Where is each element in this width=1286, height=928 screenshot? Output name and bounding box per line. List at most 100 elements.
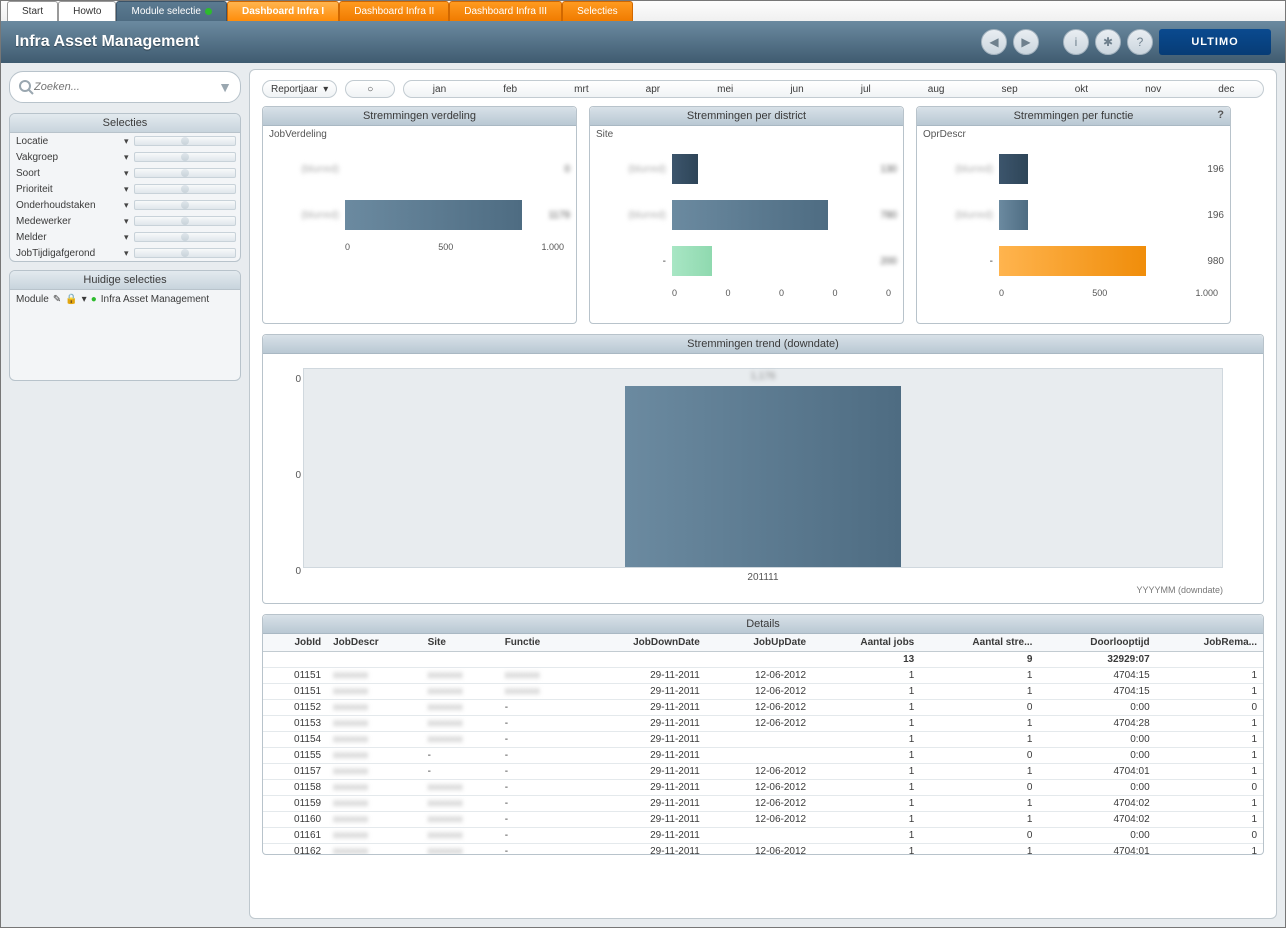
nav-forward-button[interactable]: ▶ bbox=[1013, 29, 1039, 55]
chart-functie: (blurred)196(blurred)196-98005001.000 bbox=[923, 146, 1224, 298]
selectie-row[interactable]: Prioriteit▾ bbox=[10, 181, 240, 197]
tab-dashboard-infra-2[interactable]: Dashboard Infra II bbox=[339, 1, 449, 21]
huidige-selecties-panel: Huidige selecties Module ✎ 🔒 ▾ ● Infra A… bbox=[9, 270, 241, 381]
month-mrt[interactable]: mrt bbox=[574, 84, 588, 95]
trend-yaxis: 000 bbox=[273, 374, 301, 577]
card-trend: Stremmingen trend (downdate) 000 1,176 2… bbox=[262, 334, 1264, 604]
search-input[interactable] bbox=[34, 81, 218, 93]
help-icon[interactable]: ? bbox=[1217, 109, 1224, 121]
info-button[interactable]: i bbox=[1063, 29, 1089, 55]
table-row[interactable]: 01157xxxxxxx--29-11-201112-06-2012114704… bbox=[263, 764, 1263, 780]
card-trend-title: Stremmingen trend (downdate) bbox=[263, 335, 1263, 354]
header: Infra Asset Management ◀ ▶ i ✱ ? ULTIMO bbox=[1, 21, 1285, 63]
selectie-row[interactable]: Onderhoudstaken▾ bbox=[10, 197, 240, 213]
lock-icon[interactable]: 🔒 bbox=[65, 294, 77, 305]
month-sep[interactable]: sep bbox=[1002, 84, 1018, 95]
month-apr[interactable]: apr bbox=[646, 84, 660, 95]
nav-back-button[interactable]: ◀ bbox=[981, 29, 1007, 55]
tab-selecties[interactable]: Selecties bbox=[562, 1, 633, 21]
tab-dashboard-infra-1[interactable]: Dashboard Infra I bbox=[227, 1, 339, 21]
module-label: Module bbox=[16, 294, 49, 305]
month-mei[interactable]: mei bbox=[717, 84, 733, 95]
col-header[interactable]: Site bbox=[422, 634, 499, 652]
card-district: Stremmingen per district Site (blurred)1… bbox=[589, 106, 904, 324]
selectie-row[interactable]: Melder▾ bbox=[10, 229, 240, 245]
table-row[interactable]: 01153xxxxxxxxxxxxxx-29-11-201112-06-2012… bbox=[263, 716, 1263, 732]
details-table: JobIdJobDescrSiteFunctieJobDownDateJobUp… bbox=[263, 634, 1263, 854]
module-value: Infra Asset Management bbox=[101, 294, 209, 305]
dim-label: OprDescr bbox=[923, 129, 966, 140]
col-header[interactable]: JobDescr bbox=[327, 634, 421, 652]
card-functie: Stremmingen per functie? OprDescr (blurr… bbox=[916, 106, 1231, 324]
clear-year-button[interactable]: ○ bbox=[345, 80, 395, 98]
col-header[interactable]: Doorlooptijd bbox=[1038, 634, 1155, 652]
app-tabs: Start Howto Module selectie Dashboard In… bbox=[1, 1, 1285, 21]
tab-dashboard-infra-3[interactable]: Dashboard Infra III bbox=[449, 1, 562, 21]
settings-button[interactable]: ✱ bbox=[1095, 29, 1121, 55]
table-row[interactable]: 01151xxxxxxxxxxxxxxxxxxxxx29-11-201112-0… bbox=[263, 668, 1263, 684]
table-row[interactable]: 01158xxxxxxxxxxxxxx-29-11-201112-06-2012… bbox=[263, 780, 1263, 796]
selecties-panel: Selecties Locatie▾Vakgroep▾Soort▾Priorit… bbox=[9, 113, 241, 262]
col-header[interactable]: JobDownDate bbox=[577, 634, 706, 652]
selecties-body: Locatie▾Vakgroep▾Soort▾Prioriteit▾Onderh… bbox=[10, 133, 240, 261]
table-row[interactable]: 01160xxxxxxxxxxxxxx-29-11-201112-06-2012… bbox=[263, 812, 1263, 828]
huidige-selecties-title: Huidige selecties bbox=[10, 271, 240, 290]
selectie-row[interactable]: JobTijdigafgerond▾ bbox=[10, 245, 240, 261]
card-verdeling: Stremmingen verdeling JobVerdeling (blur… bbox=[262, 106, 577, 324]
month-nov[interactable]: nov bbox=[1145, 84, 1161, 95]
trend-xlabel: 201111 bbox=[303, 572, 1223, 583]
card-district-title: Stremmingen per district bbox=[590, 107, 903, 126]
card-verdeling-title: Stremmingen verdeling bbox=[263, 107, 576, 126]
month-jul[interactable]: jul bbox=[861, 84, 871, 95]
table-row[interactable]: 01152xxxxxxxxxxxxxx-29-11-201112-06-2012… bbox=[263, 700, 1263, 716]
tab-module-selectie[interactable]: Module selectie bbox=[116, 1, 226, 21]
table-row[interactable]: 01155xxxxxxx--29-11-2011100:001 bbox=[263, 748, 1263, 764]
reportjaar-dropdown[interactable]: Reportjaar ▾ bbox=[262, 80, 337, 98]
month-dec[interactable]: dec bbox=[1218, 84, 1234, 95]
search-box[interactable]: ▼ bbox=[9, 71, 241, 103]
card-details: Details JobIdJobDescrSiteFunctieJobDownD… bbox=[262, 614, 1264, 855]
col-header[interactable]: JobId bbox=[263, 634, 327, 652]
col-header[interactable]: Aantal jobs bbox=[812, 634, 920, 652]
dim-label: JobVerdeling bbox=[269, 129, 327, 140]
tab-start[interactable]: Start bbox=[7, 1, 58, 21]
trend-sublabel: YYYYMM (downdate) bbox=[303, 585, 1223, 595]
month-aug[interactable]: aug bbox=[928, 84, 945, 95]
tab-howto[interactable]: Howto bbox=[58, 1, 116, 21]
card-details-title: Details bbox=[263, 615, 1263, 634]
selectie-row[interactable]: Soort▾ bbox=[10, 165, 240, 181]
col-header[interactable]: JobUpDate bbox=[706, 634, 812, 652]
selecties-title: Selecties bbox=[10, 114, 240, 133]
search-icon bbox=[18, 79, 34, 95]
chevron-down-icon[interactable]: ▼ bbox=[218, 79, 232, 95]
col-header[interactable]: Functie bbox=[499, 634, 577, 652]
sidebar: ▼ Selecties Locatie▾Vakgroep▾Soort▾Prior… bbox=[1, 63, 249, 927]
chart-trend: 1,176 bbox=[303, 368, 1223, 568]
selectie-row[interactable]: Locatie▾ bbox=[10, 133, 240, 149]
month-selector[interactable]: jan feb mrt apr mei jun jul aug sep okt nov dec bbox=[403, 80, 1264, 98]
chart-district: (blurred)130(blurred)780-20000000 bbox=[596, 146, 897, 298]
card-functie-title: Stremmingen per functie? bbox=[917, 107, 1230, 126]
chevron-down-icon[interactable]: ▾ bbox=[82, 294, 87, 305]
logo: ULTIMO bbox=[1159, 29, 1271, 55]
chart-verdeling: (blurred)0(blurred)117905001.000 bbox=[269, 146, 570, 252]
clear-icon[interactable]: ✎ bbox=[53, 294, 61, 305]
table-row[interactable]: 01162xxxxxxxxxxxxxx-29-11-201112-06-2012… bbox=[263, 844, 1263, 855]
table-row[interactable]: 01159xxxxxxxxxxxxxx-29-11-201112-06-2012… bbox=[263, 796, 1263, 812]
selectie-row[interactable]: Medewerker▾ bbox=[10, 213, 240, 229]
month-okt[interactable]: okt bbox=[1075, 84, 1088, 95]
table-row[interactable]: 01161xxxxxxxxxxxxxx-29-11-2011100:000 bbox=[263, 828, 1263, 844]
month-feb[interactable]: feb bbox=[503, 84, 517, 95]
content: Reportjaar ▾ ○ jan feb mrt apr mei jun jul aug s… bbox=[249, 69, 1277, 919]
dim-label: Site bbox=[596, 129, 613, 140]
help-button[interactable]: ? bbox=[1127, 29, 1153, 55]
table-row[interactable]: 01154xxxxxxxxxxxxxx-29-11-2011110:001 bbox=[263, 732, 1263, 748]
table-row[interactable]: 01151xxxxxxxxxxxxxxxxxxxxx29-11-201112-0… bbox=[263, 684, 1263, 700]
col-header[interactable]: Aantal stre... bbox=[920, 634, 1038, 652]
selectie-row[interactable]: Vakgroep▾ bbox=[10, 149, 240, 165]
page-title: Infra Asset Management bbox=[15, 33, 981, 51]
month-jun[interactable]: jun bbox=[790, 84, 803, 95]
month-jan[interactable]: jan bbox=[433, 84, 446, 95]
status-dot-icon: ● bbox=[91, 294, 97, 305]
col-header[interactable]: JobRema... bbox=[1156, 634, 1263, 652]
